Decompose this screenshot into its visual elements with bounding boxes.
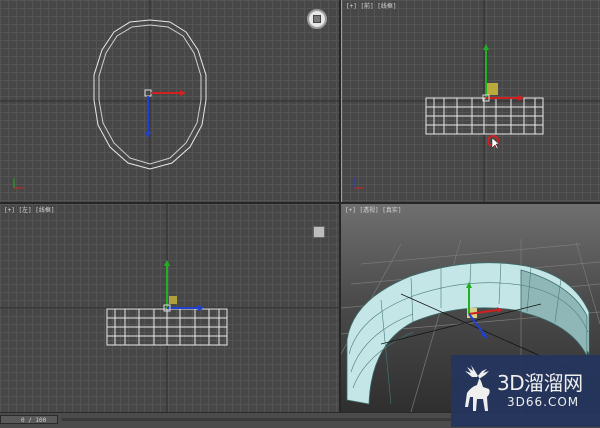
cursor-icon [487,135,500,150]
viewport-left[interactable]: [+] [左] [线框] [0,204,339,412]
move-gizmo-icon [163,260,204,312]
left-view-scene [0,204,339,412]
cylinder-wireframe-left [106,308,228,346]
top-view-scene [0,0,339,202]
timeline-track[interactable] [62,418,452,421]
navigation-wheel-icon[interactable] [307,9,327,29]
move-gizmo-icon [144,89,186,138]
frame-counter[interactable]: 0 / 100 [0,415,58,424]
deer-logo-icon [465,365,490,411]
axis-tripod-icon [13,178,24,189]
axis-tripod-icon [353,178,364,189]
watermark-subtitle: 3D66.COM [507,395,580,409]
watermark-title: 3D溜溜网 [497,371,583,395]
viewport-top[interactable] [0,0,339,202]
viewport-splitter-horizontal[interactable] [0,202,600,204]
watermark-logo: 3D溜溜网 3D66.COM [451,355,600,427]
front-view-scene [342,0,600,202]
viewport-front[interactable]: [+] [前] [线框] [341,0,600,202]
viewport-splitter-vertical[interactable] [339,0,341,412]
viewcube-icon[interactable] [313,226,325,238]
cylinder-wireframe-front [425,97,544,135]
move-gizmo-icon [482,44,524,102]
